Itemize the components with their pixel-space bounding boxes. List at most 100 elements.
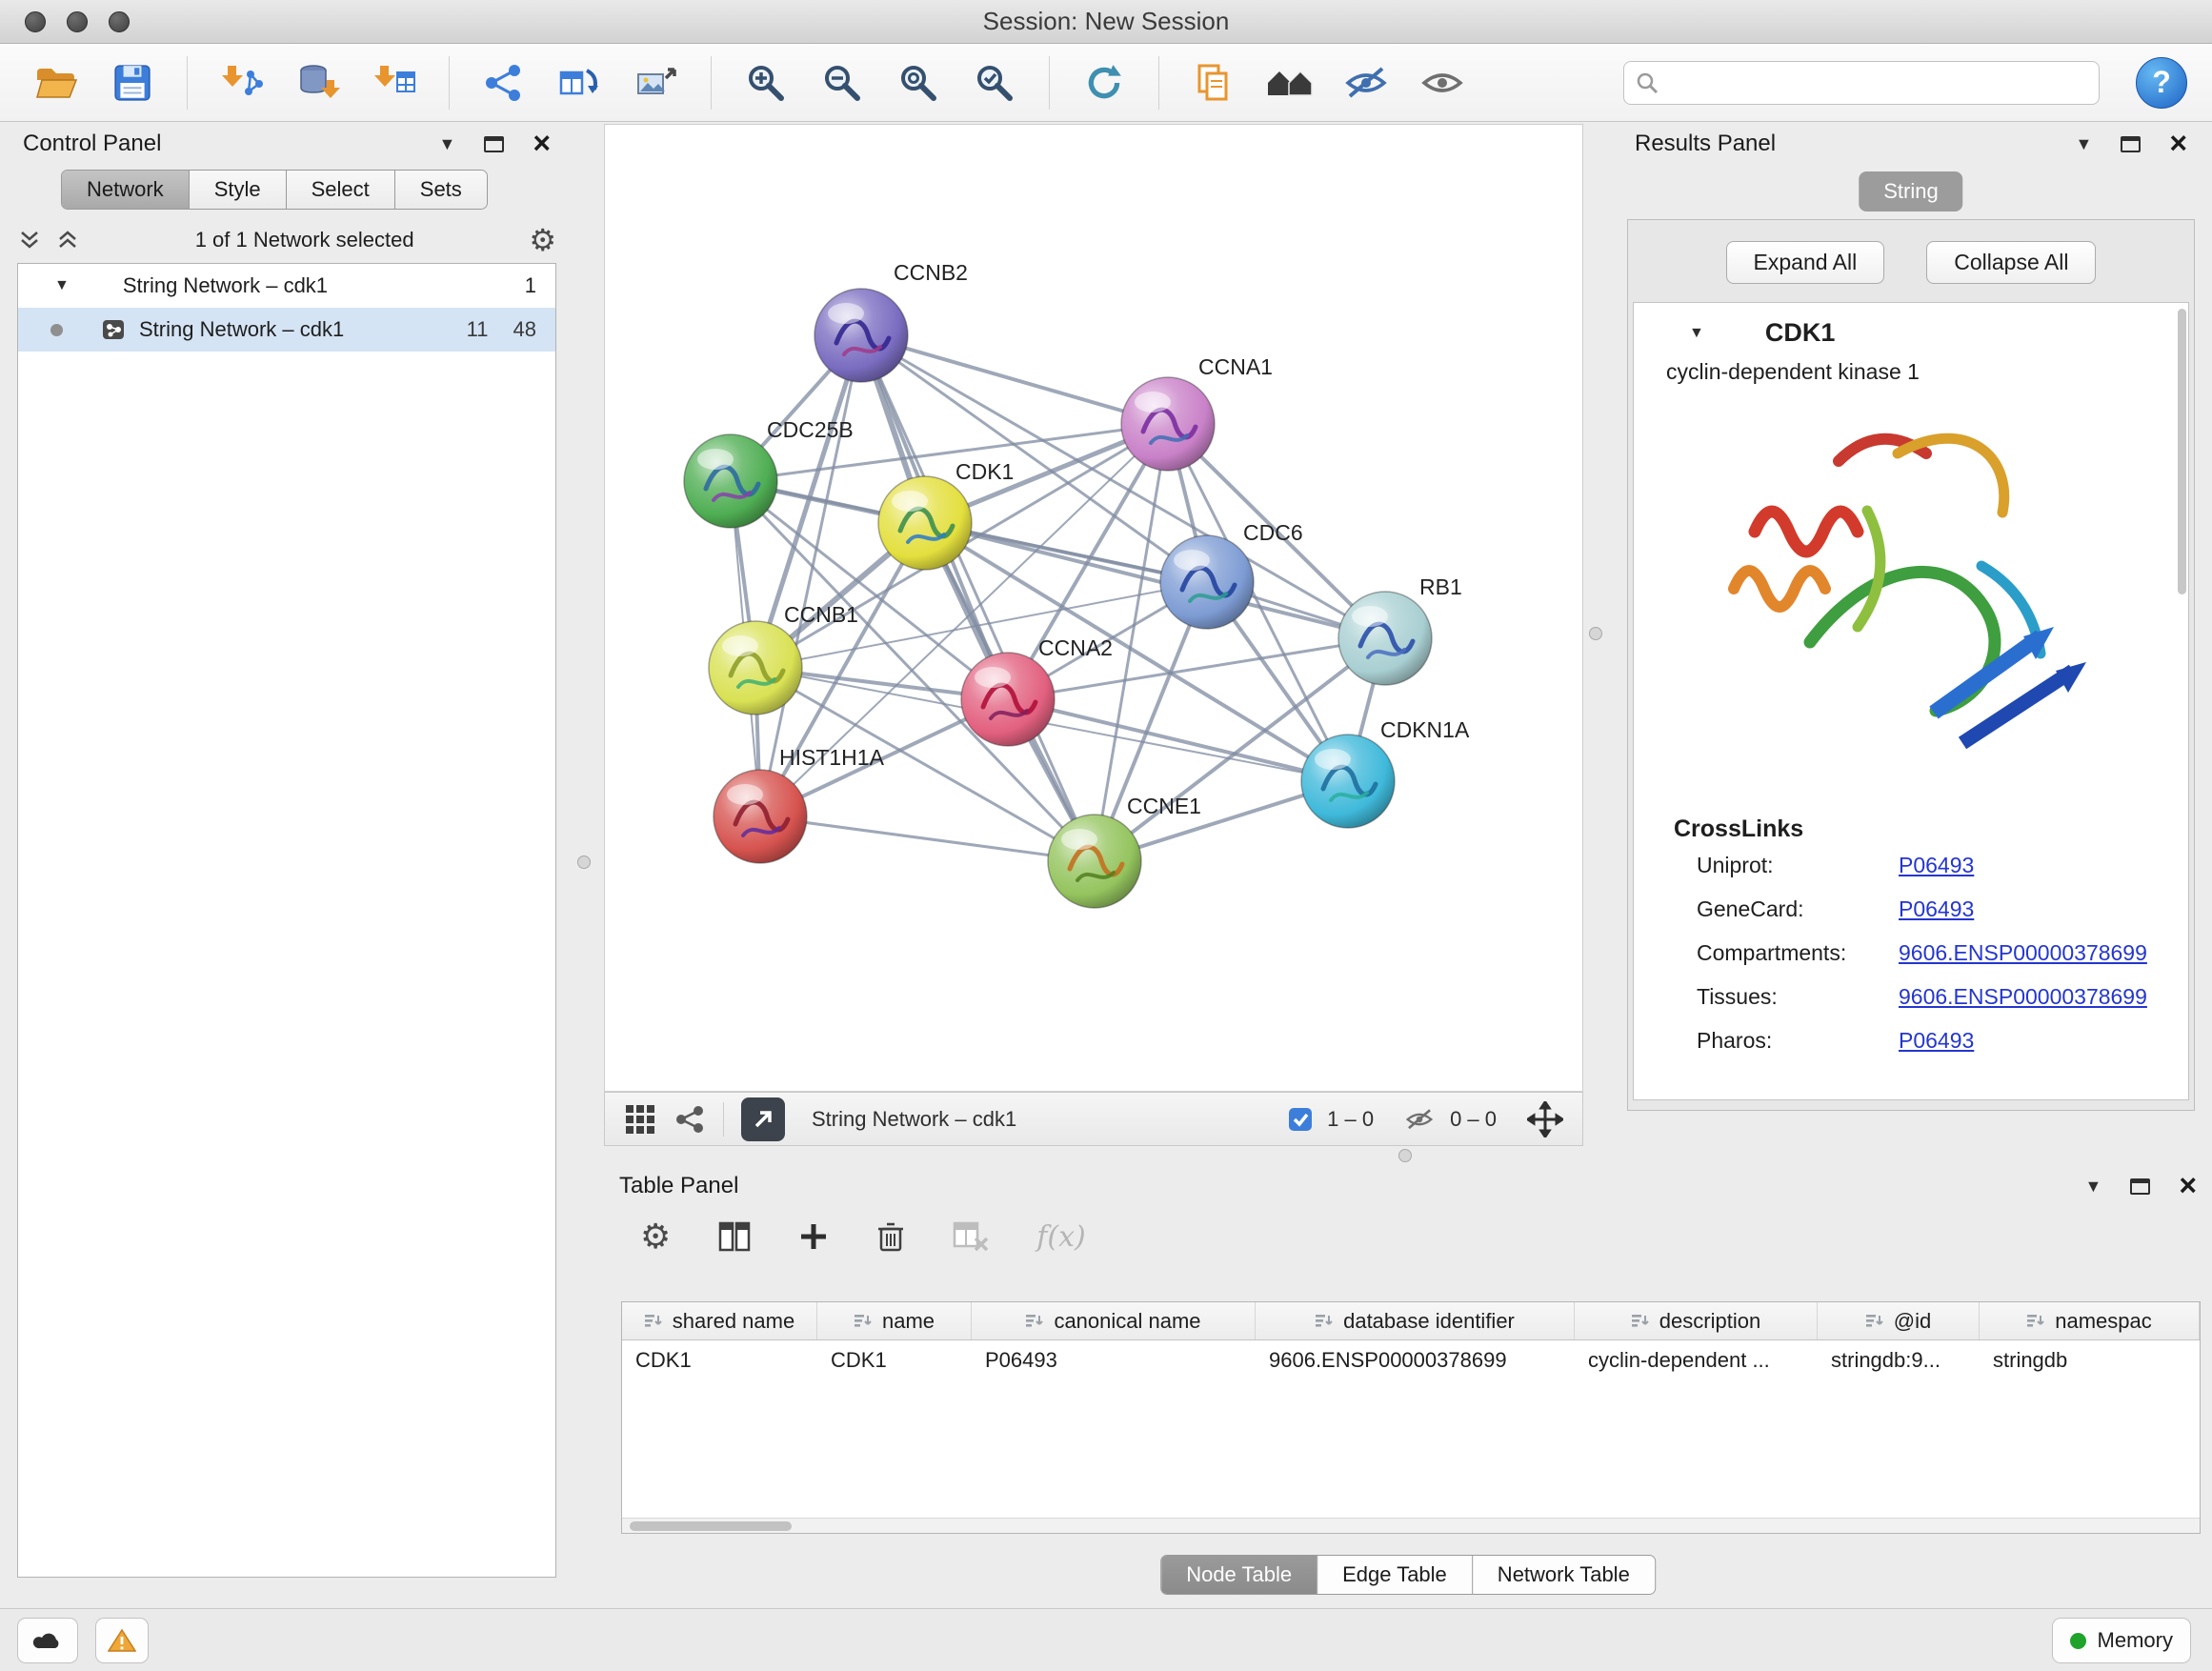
network-node-CCNB2[interactable]: CCNB2 — [814, 260, 968, 382]
tab-network-table[interactable]: Network Table — [1472, 1556, 1655, 1594]
panel-menu-icon[interactable]: ▼ — [2075, 134, 2092, 154]
warnings-button[interactable] — [95, 1618, 149, 1663]
home-button[interactable] — [1258, 51, 1321, 114]
table-row[interactable]: CDK1 CDK1 P06493 9606.ENSP00000378699 cy… — [622, 1340, 2200, 1380]
table-settings-gear-icon[interactable]: ⚙ — [640, 1219, 671, 1254]
help-button[interactable]: ? — [2136, 57, 2187, 109]
cloud-status-button[interactable] — [17, 1618, 78, 1663]
crosslink-compartments-link[interactable]: 9606.ENSP00000378699 — [1899, 940, 2147, 966]
node-sphere[interactable] — [878, 476, 972, 570]
expand-all-button[interactable]: Expand All — [1726, 241, 1885, 284]
close-panel-icon[interactable]: × — [2179, 1174, 2197, 1198]
column-header[interactable]: namespac — [1980, 1302, 2200, 1339]
node-sphere[interactable] — [709, 621, 802, 715]
network-view-canvas[interactable]: CCNB2CCNA1CDC25BCDK1CDC6RB1CCNB1CCNA2CDK… — [604, 124, 1583, 1092]
network-graph[interactable]: CCNB2CCNA1CDC25BCDK1CDC6RB1CCNB1CCNA2CDK… — [605, 125, 1582, 1091]
refresh-view-button[interactable] — [1073, 51, 1136, 114]
memory-button[interactable]: Memory — [2052, 1618, 2191, 1663]
zoom-window-button[interactable] — [109, 11, 130, 32]
network-node-CDK1[interactable]: CDK1 — [878, 459, 1014, 570]
zoom-selected-button[interactable] — [963, 51, 1026, 114]
crosslink-genecard-link[interactable]: P06493 — [1899, 896, 1974, 922]
zoom-out-button[interactable] — [811, 51, 874, 114]
tab-edge-table[interactable]: Edge Table — [1317, 1556, 1472, 1594]
node-sphere[interactable] — [1048, 815, 1141, 908]
network-collection-row[interactable]: ▼ String Network – cdk1 1 — [18, 264, 555, 308]
open-session-button[interactable] — [25, 51, 88, 114]
copy-document-button[interactable] — [1182, 51, 1245, 114]
node-sphere[interactable] — [714, 770, 807, 863]
expand-all-icon[interactable] — [17, 229, 42, 252]
network-edge-HIST1H1A-CCNE1[interactable] — [760, 816, 1095, 861]
tab-style[interactable]: Style — [189, 171, 286, 209]
collapse-all-icon[interactable] — [55, 229, 80, 252]
export-image-button[interactable] — [625, 51, 688, 114]
add-column-icon[interactable] — [798, 1221, 829, 1252]
tab-network[interactable]: Network — [62, 171, 189, 209]
selected-nodes-checkbox-icon[interactable] — [1287, 1106, 1314, 1133]
network-node-RB1[interactable]: RB1 — [1338, 574, 1462, 685]
column-header[interactable]: description — [1575, 1302, 1818, 1339]
zoom-in-button[interactable] — [734, 51, 797, 114]
tab-string[interactable]: String — [1859, 171, 1962, 211]
column-header[interactable]: database identifier — [1256, 1302, 1575, 1339]
search-input[interactable] — [1668, 70, 2087, 95]
node-sphere[interactable] — [1121, 377, 1215, 471]
import-table-file-button[interactable] — [363, 51, 426, 114]
close-panel-icon[interactable]: × — [533, 131, 551, 156]
minimize-window-button[interactable] — [67, 11, 88, 32]
column-header[interactable]: @id — [1818, 1302, 1980, 1339]
network-node-CDKN1A[interactable]: CDKN1A — [1301, 717, 1470, 828]
panel-menu-icon[interactable]: ▼ — [2084, 1177, 2101, 1197]
table-horizontal-scrollbar[interactable] — [622, 1518, 2200, 1533]
birds-eye-grid-icon[interactable] — [624, 1103, 656, 1136]
network-edge-CDK1-RB1[interactable] — [925, 523, 1385, 638]
crosslink-tissues-link[interactable]: 9606.ENSP00000378699 — [1899, 984, 2147, 1010]
show-columns-icon[interactable] — [718, 1221, 751, 1252]
column-header[interactable]: name — [817, 1302, 972, 1339]
node-sphere[interactable] — [1338, 592, 1432, 685]
crosslink-pharos-link[interactable]: P06493 — [1899, 1028, 1974, 1054]
horizontal-splitter-handle[interactable] — [1398, 1149, 1412, 1162]
tab-sets[interactable]: Sets — [394, 171, 487, 209]
delete-table-icon[interactable] — [953, 1221, 989, 1252]
node-sphere[interactable] — [1160, 535, 1254, 629]
show-hidden-button[interactable] — [1411, 51, 1474, 114]
tab-node-table[interactable]: Node Table — [1161, 1556, 1317, 1594]
network-node-CCNA1[interactable]: CCNA1 — [1121, 354, 1273, 471]
hidden-eye-slash-icon[interactable] — [1402, 1107, 1437, 1132]
node-sphere[interactable] — [1301, 735, 1395, 828]
hide-selected-button[interactable] — [1335, 51, 1398, 114]
pan-crosshair-icon[interactable] — [1527, 1101, 1563, 1137]
network-edge-CCNB2-CCNE1[interactable] — [861, 335, 1095, 861]
node-sphere[interactable] — [684, 434, 777, 528]
tab-select[interactable]: Select — [286, 171, 394, 209]
vertical-splitter-handle-right[interactable] — [1589, 627, 1602, 640]
tree-expand-icon[interactable]: ▼ — [54, 277, 70, 294]
import-network-file-button[interactable] — [211, 51, 273, 114]
network-options-gear-icon[interactable]: ⚙ — [529, 225, 556, 255]
save-session-button[interactable] — [101, 51, 164, 114]
section-collapse-icon[interactable]: ▼ — [1689, 325, 1704, 342]
close-window-button[interactable] — [25, 11, 46, 32]
float-panel-icon[interactable] — [484, 136, 504, 152]
node-sphere[interactable] — [814, 289, 908, 382]
panel-menu-icon[interactable]: ▼ — [438, 134, 455, 154]
network-edge-CCNB2-CCNA1[interactable] — [861, 335, 1168, 424]
open-in-window-button[interactable] — [741, 1097, 785, 1141]
collapse-all-button[interactable]: Collapse All — [1926, 241, 2096, 284]
column-header[interactable]: shared name — [622, 1302, 817, 1339]
vertical-splitter-handle-left[interactable] — [577, 856, 591, 869]
import-network-database-button[interactable] — [287, 51, 350, 114]
node-sphere[interactable] — [961, 653, 1055, 746]
delete-column-trash-icon[interactable] — [876, 1220, 905, 1253]
zoom-fit-button[interactable] — [887, 51, 950, 114]
column-header[interactable]: canonical name — [972, 1302, 1256, 1339]
crosslink-uniprot-link[interactable]: P06493 — [1899, 853, 1974, 878]
clone-network-button[interactable] — [549, 51, 612, 114]
function-builder-button[interactable]: f(x) — [1036, 1220, 1085, 1254]
network-overview-icon[interactable] — [674, 1104, 706, 1135]
network-from-selection-button[interactable] — [473, 51, 535, 114]
results-scrollbar[interactable] — [2178, 309, 2186, 594]
scrollbar-thumb[interactable] — [630, 1521, 792, 1531]
